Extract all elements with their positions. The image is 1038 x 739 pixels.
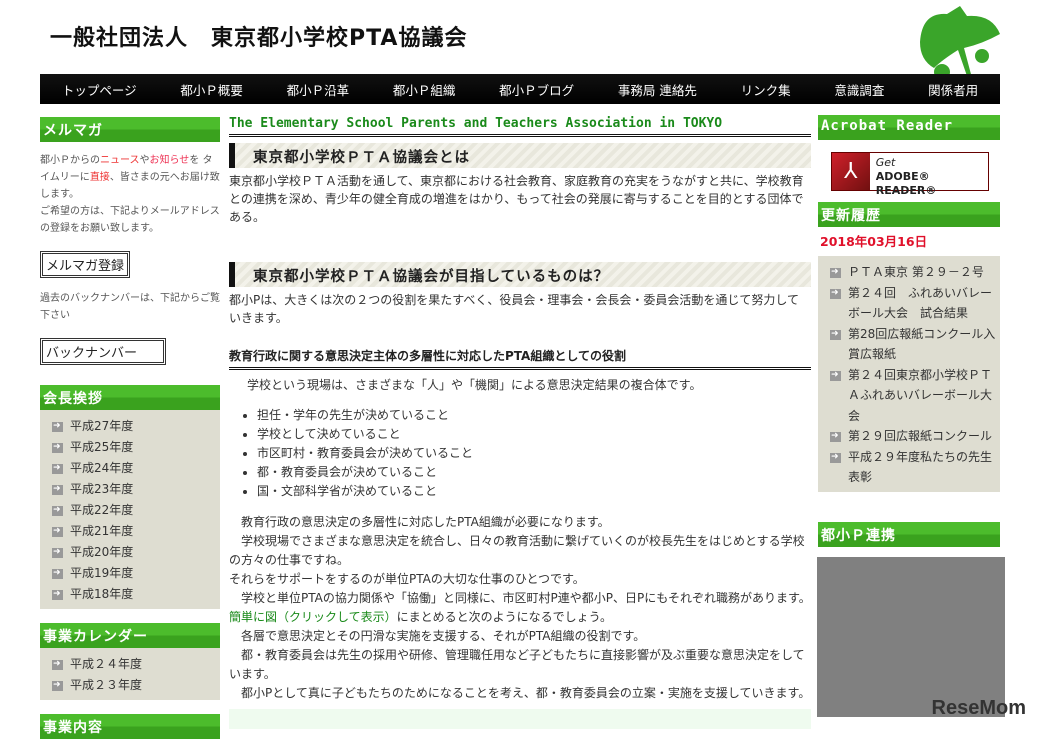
list-item: 担任・学年の先生が決めていること (257, 406, 811, 425)
greeting-heading: 会長挨拶 (40, 385, 220, 410)
list-item[interactable]: 第２９回広報紙コンクール (830, 426, 1000, 447)
paragraph: 都・教育委員会は先生の採用や研修、管理職任用など子どもたちに直接影響が及ぶ重要な… (229, 648, 805, 681)
mailmag-text: 都小Ｐからのニュースやお知らせを タイムリーに直接、皆さまの元へお届け致します。… (40, 152, 220, 237)
ginkgo-logo-icon[interactable] (912, 2, 1002, 84)
paragraph: 簡単に図（クリックして表示）にまとめると次のようになるでしょう。 (229, 608, 811, 627)
list-item[interactable]: 平成21年度 (52, 521, 220, 542)
right-sidebar: Acrobat Reader ⅄ Get ADOBE® READER® 更新履歴 … (817, 115, 1005, 717)
list-item[interactable]: 平成19年度 (52, 563, 220, 584)
list-item: 市区町村・教育委員会が決めていること (257, 444, 811, 463)
mailmag-register-button[interactable]: メルマガ登録 (40, 251, 131, 278)
nav-contact[interactable]: 事務局 連絡先 (618, 80, 697, 99)
goal-text: 都小Pは、大きくは次の２つの役割を果たすべく、役員会・理事会・会長会・委員会活動… (229, 293, 800, 325)
updates-list: ＰＴＡ東京 第２９－２号 第２４回 ふれあいバレーボール大会 試合結果 第28回… (818, 256, 1000, 492)
list-item[interactable]: ＰＴＡ東京 第２９－２号 (830, 262, 1000, 283)
green-box (229, 709, 811, 729)
backnumber-button[interactable]: バックナンバー (40, 338, 166, 365)
calendar-heading: 事業カレンダー (40, 623, 220, 648)
nav-blog[interactable]: 都小Ｐブログ (499, 80, 574, 99)
list-item[interactable]: 平成23年度 (52, 479, 220, 500)
paragraph: 教育行政の意思決定の多層性に対応したPTA組織が必要になります。 (229, 515, 610, 529)
backnumber-text: 過去のバックナンバーは、下記からご覧下さい (40, 293, 220, 321)
adobe-icon: ⅄ (832, 153, 870, 190)
paragraph: 都小Pとして真に子どもたちのためになることを考え、都・教育委員会の立案・実施を支… (229, 686, 811, 700)
list-item[interactable]: 第28回広報紙コンクール入賞広報紙 (830, 324, 1000, 365)
diagram-link[interactable]: 簡単に図（クリックして表示） (229, 610, 397, 624)
nav-overview[interactable]: 都小Ｐ概要 (180, 80, 243, 99)
text: にまとめると次のようになるでしょう。 (396, 610, 612, 624)
update-date: 2018年03月16日 (820, 234, 928, 249)
mailmag-heading: メルマガ (40, 117, 220, 142)
decision-list: 担任・学年の先生が決めていること 学校として決めていること 市区町村・教育委員会… (257, 406, 811, 501)
english-title: The Elementary School Parents and Teache… (229, 116, 811, 137)
list-item: 国・文部科学省が決めていること (257, 482, 811, 501)
section-heading: 東京都小学校ＰＴＡ協議会が目指しているものは？ (229, 262, 811, 287)
subsection-heading: 教育行政に関する意思決定主体の多層性に対応したPTA組織としての役割 (229, 347, 811, 370)
links-banner-area (817, 556, 1005, 717)
list-item[interactable]: 平成25年度 (52, 437, 220, 458)
text: ご希望の方は、下記よりメールアドレスの登録をお願い致します。 (40, 206, 220, 234)
links-heading: 都小Ｐ連携 (818, 521, 1000, 547)
list-item: 学校として決めていること (257, 425, 811, 444)
text: や (139, 155, 150, 166)
greeting-list: 平成27年度 平成25年度 平成24年度 平成23年度 平成22年度 平成21年… (40, 410, 220, 609)
acrobat-heading: Acrobat Reader (818, 115, 1000, 140)
business-heading: 事業内容 (40, 714, 220, 739)
get-label: Get (875, 156, 896, 169)
list-item[interactable]: 平成22年度 (52, 500, 220, 521)
main-content: The Elementary School Parents and Teache… (229, 116, 811, 729)
nav-organization[interactable]: 都小Ｐ組織 (393, 80, 456, 99)
info-link[interactable]: お知らせ (150, 155, 190, 166)
list-item: 都・教育委員会が決めていること (257, 463, 811, 482)
main-nav: トップページ 都小Ｐ概要 都小Ｐ沿革 都小Ｐ組織 都小Ｐブログ 事務局 連絡先 … (40, 74, 1000, 104)
direct-link[interactable]: 直接 (90, 172, 110, 183)
list-item[interactable]: 平成27年度 (52, 416, 220, 437)
text: 都小Ｐからの (40, 155, 100, 166)
list-item[interactable]: 平成20年度 (52, 542, 220, 563)
get-adobe-reader-button[interactable]: ⅄ Get ADOBE® READER® (831, 152, 989, 197)
list-item[interactable]: 第２４回東京都小学校ＰＴＡふれあいバレーボール大会 (830, 365, 1000, 427)
section-heading: 東京都小学校ＰＴＡ協議会とは (229, 143, 811, 168)
nav-top[interactable]: トップページ (62, 80, 137, 99)
paragraph: それらをサポートをするのが単位PTAの大切な仕事のひとつです。 (229, 572, 585, 586)
nav-survey[interactable]: 意識調査 (834, 80, 884, 99)
nav-members[interactable]: 関係者用 (928, 80, 978, 99)
body-text: 教育行政の意思決定の多層性に対応したPTA組織が必要になります。 学校現場でさま… (229, 513, 811, 703)
paragraph: 各層で意思決定とその円滑な実施を支援する、それがPTA組織の役割です。 (229, 629, 646, 643)
list-item[interactable]: 平成18年度 (52, 584, 220, 605)
nav-history[interactable]: 都小Ｐ沿革 (287, 80, 350, 99)
left-sidebar: メルマガ 都小Ｐからのニュースやお知らせを タイムリーに直接、皆さまの元へお届け… (40, 117, 220, 739)
news-link[interactable]: ニュース (100, 155, 140, 166)
updates-heading: 更新履歴 (818, 202, 1000, 227)
nav-links[interactable]: リンク集 (741, 80, 791, 99)
about-text: 東京都小学校ＰＴＡ活動を通して、東京都における社会教育、家庭教育の充実をうながす… (229, 174, 804, 224)
list-item[interactable]: 平成２９年度私たちの先生表彰 (830, 447, 1000, 488)
paragraph: 学校現場でさまざまな意思決定を統合し、日々の教育活動に繋げていくのが校長先生をは… (229, 534, 805, 567)
list-item[interactable]: 第２４回 ふれあいバレーボール大会 試合結果 (830, 283, 1000, 324)
reader-label: ADOBE® READER® (875, 170, 937, 197)
text: 学校という現場は、さまざまな「人」や「機関」による意思決定結果の複合体です。 (235, 378, 702, 392)
list-item[interactable]: 平成２４年度 (52, 654, 220, 675)
site-title: 一般社団法人 東京都小学校PTA協議会 (50, 26, 468, 51)
list-item[interactable]: 平成２３年度 (52, 675, 220, 696)
list-item[interactable]: 平成24年度 (52, 458, 220, 479)
calendar-list: 平成２４年度 平成２３年度 (40, 648, 220, 700)
paragraph: 学校と単位PTAの協力関係や「協働」と同様に、市区町村P連や都小P、日Pにもそれ… (229, 591, 811, 605)
resemom-watermark: ReseMom (931, 697, 1026, 719)
